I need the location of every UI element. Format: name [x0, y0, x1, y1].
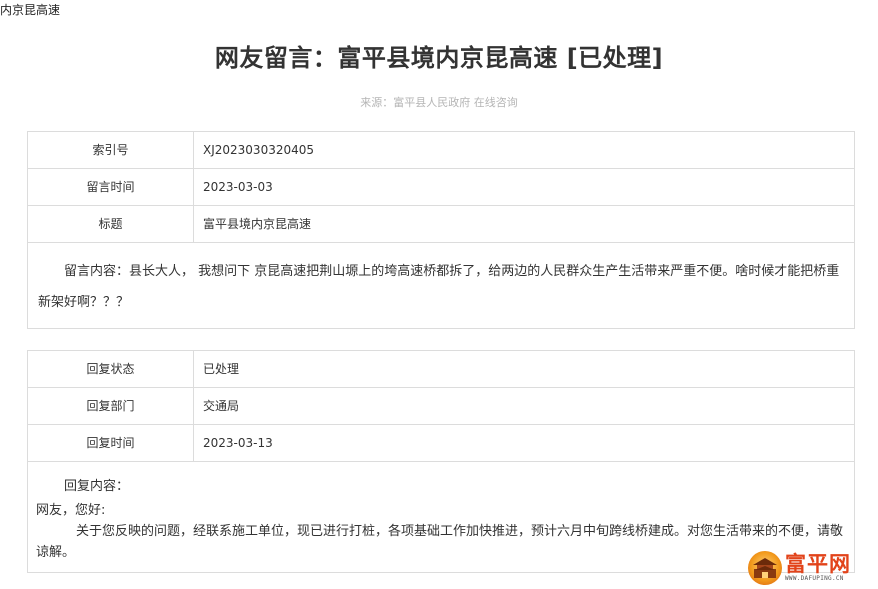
message-time-label: 留言时间: [28, 169, 194, 205]
message-card: 索引号 XJ2023030320405 留言时间 2023-03-03 标题 富…: [27, 131, 855, 329]
index-number-value: XJ2023030320405: [203, 143, 315, 157]
message-title-value: 富平县境内京昆高速: [203, 217, 312, 231]
reply-status-value: 已处理: [203, 362, 240, 376]
reply-status-row: 回复状态 已处理: [28, 351, 854, 388]
reply-card: 回复状态 已处理 回复部门 交通局 回复时间 2023-03-13 回复内容： …: [27, 350, 855, 573]
logo-name: 富平网: [785, 552, 851, 576]
reply-content: 回复内容： 网友，您好: 关于您反映的问题，经联系施工单位，现已进行打桩，各项基…: [28, 462, 854, 563]
message-time-row: 留言时间 2023-03-03: [28, 169, 854, 206]
index-number-label: 索引号: [28, 132, 194, 168]
reply-time-value: 2023-03-13: [203, 436, 273, 450]
reply-time-label: 回复时间: [28, 425, 194, 461]
site-logo: 富平网 WWW.DAFUPING.CN: [748, 550, 876, 586]
message-title-label: 标题: [28, 206, 194, 242]
reply-department-value: 交通局: [203, 399, 240, 413]
message-title-row: 标题 富平县境内京昆高速: [28, 206, 854, 243]
logo-url: WWW.DAFUPING.CN: [785, 575, 844, 582]
reply-time-row: 回复时间 2023-03-13: [28, 425, 854, 462]
index-number-row: 索引号 XJ2023030320405: [28, 132, 854, 169]
gate-tower-icon: [748, 551, 782, 585]
reply-status-label: 回复状态: [28, 351, 194, 387]
tab-title: 内京昆高速: [0, 3, 61, 17]
message-time-value: 2023-03-03: [203, 180, 273, 194]
source-line: 来源：富平县人民政府 在线咨询: [360, 96, 518, 109]
reply-greeting: 网友，您好:: [36, 503, 106, 518]
reply-body: 关于您反映的问题，经联系施工单位，现已进行打桩，各项基础工作加快推进，预计六月中…: [36, 524, 844, 560]
message-content: 留言内容：县长大人， 我想问下 京昆高速把荆山塬上的垮高速桥都拆了，给两边的人民…: [38, 264, 840, 310]
page-title: 网友留言：富平县境内京昆高速 [已处理]: [214, 44, 664, 72]
reply-department-label: 回复部门: [28, 388, 194, 424]
reply-department-row: 回复部门 交通局: [28, 388, 854, 425]
reply-heading: 回复内容：: [64, 479, 130, 494]
